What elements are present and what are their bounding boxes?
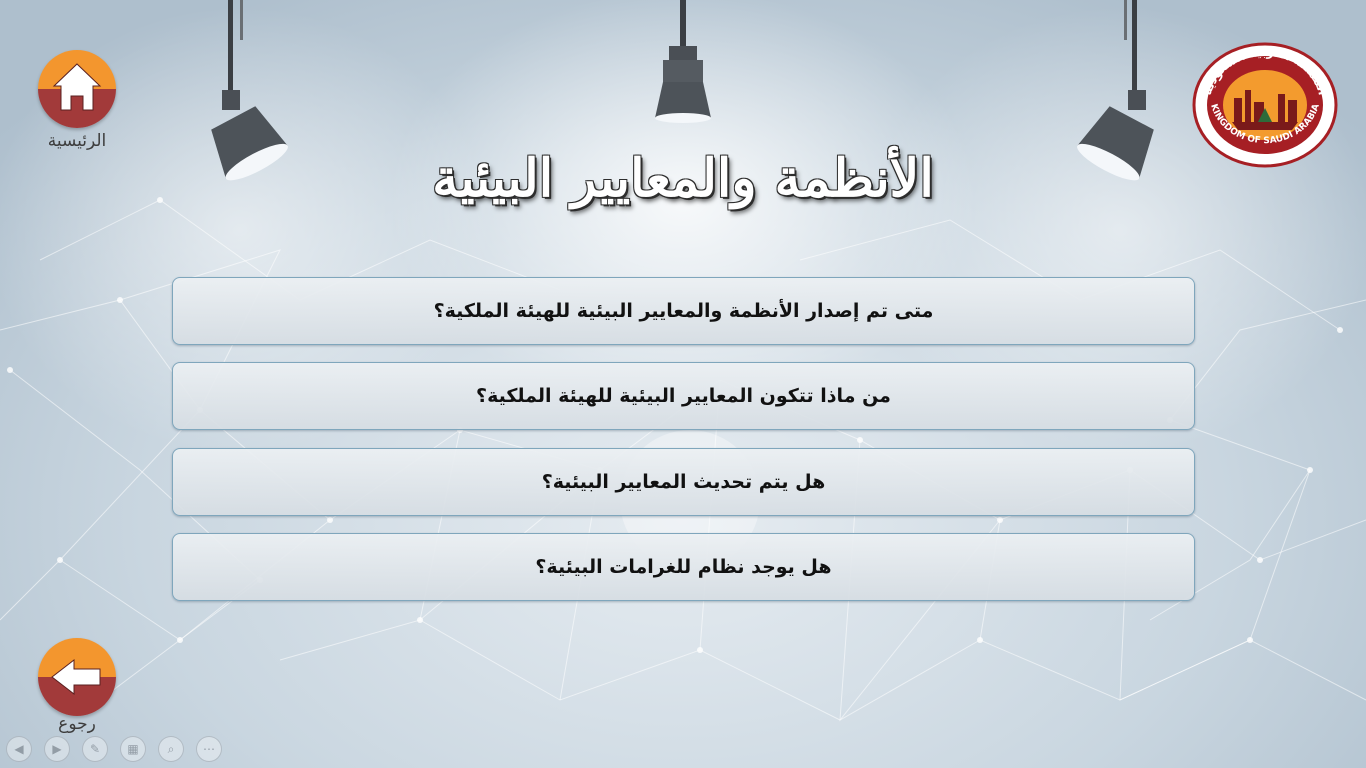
question-label: هل يوجد نظام للغرامات البيئية؟ [535, 556, 832, 578]
previous-slide-icon[interactable]: ◀ [6, 736, 32, 762]
pen-icon[interactable]: ✎ [82, 736, 108, 762]
question-button-1[interactable]: متى تم إصدار الأنظمة والمعايير البيئية ل… [172, 277, 1195, 345]
next-slide-icon[interactable]: ▶ [44, 736, 70, 762]
slides-icon[interactable]: ▦ [120, 736, 146, 762]
question-label: من ماذا تتكون المعايير البيئية للهيئة ال… [476, 385, 891, 407]
question-button-2[interactable]: من ماذا تتكون المعايير البيئية للهيئة ال… [172, 362, 1195, 430]
question-button-3[interactable]: هل يتم تحديث المعايير البيئية؟ [172, 448, 1195, 516]
question-label: هل يتم تحديث المعايير البيئية؟ [541, 471, 826, 493]
back-button[interactable] [38, 638, 116, 716]
question-label: متى تم إصدار الأنظمة والمعايير البيئية ل… [433, 300, 934, 322]
back-arrow-icon [51, 658, 101, 696]
more-icon[interactable]: ⋯ [196, 736, 222, 762]
zoom-icon[interactable]: ⌕ [158, 736, 184, 762]
spotlight-right-icon [1077, 0, 1154, 181]
back-label: رجوع [58, 714, 96, 734]
home-icon [52, 63, 102, 111]
home-button[interactable] [38, 50, 116, 128]
page-title: الأنظمة والمعايير البيئية [432, 148, 934, 209]
spotlight-center-icon [655, 0, 711, 123]
spotlight-left-icon [211, 0, 288, 181]
question-button-4[interactable]: هل يوجد نظام للغرامات البيئية؟ [172, 533, 1195, 601]
home-label: الرئيسية [47, 131, 107, 151]
royal-commission-logo: المملكة العربية السعودية KINGDOM OF SAUD… [1192, 42, 1338, 168]
